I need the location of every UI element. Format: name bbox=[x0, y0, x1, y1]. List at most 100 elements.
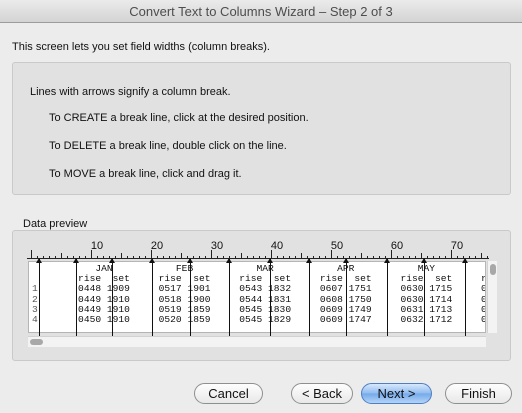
ruler-tick bbox=[361, 253, 362, 259]
ruler-tick bbox=[97, 256, 98, 259]
ruler-tick bbox=[253, 256, 254, 259]
ruler-tick bbox=[373, 256, 374, 259]
ruler-tick bbox=[277, 256, 278, 259]
ruler-tick bbox=[301, 253, 302, 259]
ruler-tick bbox=[241, 253, 242, 259]
column-break-line[interactable] bbox=[73, 258, 79, 338]
ruler-tick bbox=[121, 253, 122, 259]
ruler-tick bbox=[49, 256, 50, 259]
ruler-tick bbox=[445, 256, 446, 259]
ruler-tick bbox=[259, 256, 260, 259]
ruler-tick bbox=[115, 256, 116, 259]
column-break-line[interactable] bbox=[226, 258, 232, 338]
ruler-tick bbox=[67, 256, 68, 259]
ruler-tick bbox=[367, 256, 368, 259]
ruler-tick bbox=[139, 256, 140, 259]
ruler-tick bbox=[319, 256, 320, 259]
ruler-tick bbox=[409, 256, 410, 259]
ruler-tick bbox=[193, 256, 194, 259]
ruler-tick bbox=[79, 256, 80, 259]
ruler-tick bbox=[325, 256, 326, 259]
ruler-tick bbox=[439, 256, 440, 259]
ruler-tick bbox=[295, 256, 296, 259]
column-break-line[interactable] bbox=[421, 258, 427, 338]
next-button[interactable]: Next > bbox=[361, 383, 432, 404]
ruler-tick bbox=[427, 256, 428, 259]
ruler-tick bbox=[403, 256, 404, 259]
data-preview-label: Data preview bbox=[23, 218, 88, 230]
ruler-tick bbox=[103, 256, 104, 259]
ruler-tick bbox=[487, 256, 488, 259]
ruler-tick bbox=[265, 256, 266, 259]
column-break-line[interactable] bbox=[36, 258, 42, 338]
instruction-move: To MOVE a break line, click and drag it. bbox=[49, 168, 242, 180]
cancel-button[interactable]: Cancel bbox=[194, 383, 263, 404]
ruler-tick bbox=[199, 256, 200, 259]
ruler-number: 40 bbox=[270, 240, 284, 252]
ruler-tick bbox=[55, 256, 56, 259]
instructions-panel: Lines with arrows signify a column break… bbox=[12, 62, 511, 195]
column-break-line[interactable] bbox=[187, 258, 193, 338]
ruler-tick bbox=[85, 256, 86, 259]
title-bar: Convert Text to Columns Wizard – Step 2 … bbox=[0, 0, 522, 23]
ruler-tick bbox=[205, 256, 206, 259]
column-break-line[interactable] bbox=[149, 258, 155, 338]
ruler-tick bbox=[127, 256, 128, 259]
ruler-tick bbox=[145, 256, 146, 259]
ruler-tick bbox=[175, 256, 176, 259]
ruler-number: 70 bbox=[450, 240, 464, 252]
ruler-tick bbox=[379, 256, 380, 259]
ruler-tick bbox=[31, 250, 32, 259]
column-break-line[interactable] bbox=[306, 258, 312, 338]
intro-text: This screen lets you set field widths (c… bbox=[12, 41, 270, 53]
column-break-line[interactable] bbox=[267, 258, 273, 338]
ruler-tick bbox=[415, 256, 416, 259]
instruction-create: To CREATE a break line, click at the des… bbox=[49, 112, 309, 124]
column-ruler[interactable]: 10 20 30 40 50 60 70 bbox=[27, 239, 489, 259]
ruler-tick bbox=[457, 256, 458, 259]
ruler-number: 20 bbox=[150, 240, 164, 252]
ruler-tick bbox=[313, 256, 314, 259]
column-break-line[interactable] bbox=[343, 258, 349, 338]
ruler-number: 10 bbox=[90, 240, 104, 252]
ruler-tick bbox=[481, 253, 482, 259]
back-button[interactable]: < Back bbox=[291, 383, 353, 404]
ruler-tick bbox=[397, 256, 398, 259]
ruler-number: 30 bbox=[210, 240, 224, 252]
ruler-number: 60 bbox=[390, 240, 404, 252]
preview-rows: JAN FEB MAR APR MAY JUN rise set rise se… bbox=[78, 263, 485, 326]
window-title: Convert Text to Columns Wizard – Step 2 … bbox=[129, 4, 393, 19]
ruler-tick bbox=[349, 256, 350, 259]
ruler-tick bbox=[61, 253, 62, 259]
ruler-tick bbox=[169, 256, 170, 259]
ruler-tick bbox=[217, 256, 218, 259]
vertical-scrollbar[interactable] bbox=[487, 261, 497, 333]
horizontal-scrollbar[interactable] bbox=[28, 336, 486, 347]
data-preview-pane[interactable]: JAN FEB MAR APR MAY JUN rise set rise se… bbox=[28, 261, 486, 333]
ruler-tick bbox=[163, 256, 164, 259]
ruler-tick bbox=[157, 256, 158, 259]
horizontal-scroll-thumb[interactable] bbox=[30, 339, 43, 345]
ruler-tick bbox=[43, 256, 44, 259]
preview-row-numbers: 1 2 3 4 bbox=[32, 283, 38, 325]
ruler-tick bbox=[469, 256, 470, 259]
ruler-tick bbox=[355, 256, 356, 259]
ruler-tick bbox=[475, 256, 476, 259]
column-break-line[interactable] bbox=[384, 258, 390, 338]
column-break-line[interactable] bbox=[462, 258, 468, 338]
ruler-tick bbox=[289, 256, 290, 259]
ruler-tick bbox=[133, 256, 134, 259]
ruler-tick bbox=[337, 256, 338, 259]
ruler-tick bbox=[283, 256, 284, 259]
ruler-number: 50 bbox=[330, 240, 344, 252]
ruler-tick bbox=[247, 256, 248, 259]
ruler-tick bbox=[223, 256, 224, 259]
vertical-scroll-thumb[interactable] bbox=[490, 264, 496, 275]
instructions-heading: Lines with arrows signify a column break… bbox=[30, 86, 231, 98]
ruler-tick bbox=[235, 256, 236, 259]
ruler-tick bbox=[181, 253, 182, 259]
instruction-delete: To DELETE a break line, double click on … bbox=[49, 140, 287, 152]
finish-button[interactable]: Finish bbox=[445, 383, 512, 404]
ruler-tick bbox=[433, 256, 434, 259]
column-break-line[interactable] bbox=[109, 258, 115, 338]
